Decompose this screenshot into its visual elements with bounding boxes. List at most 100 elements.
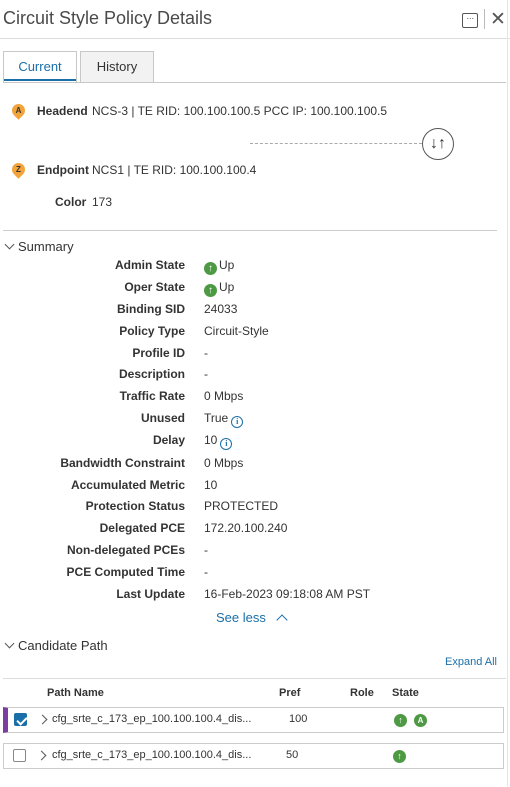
summary-value: - [204,565,208,579]
summary-value: ↑ Up [204,280,234,297]
table-top-border [3,678,506,679]
path-name-cell: cfg_srte_c_173_ep_100.100.100.4_dis... [52,713,252,725]
headend-pin-icon: A [9,101,28,120]
state-up-icon: ↑ [394,714,407,727]
swap-direction-icon[interactable]: ↓↑ [422,128,454,160]
summary-label: Traffic Rate [119,389,185,403]
candidate-path-title: Candidate Path [18,638,108,653]
summary-row-protection-status: Protection Status PROTECTED [0,499,500,517]
summary-value: PROTECTED [204,499,279,513]
summary-label: Policy Type [119,324,185,338]
summary-value: - [204,543,208,557]
endpoint-label: Endpoint [37,163,89,177]
summary-row-oper-state: Oper State ↑ Up [0,280,500,298]
tab-history[interactable]: History [80,51,154,83]
summary-value: 172.20.100.240 [204,521,288,535]
chevron-right-icon[interactable] [37,714,48,725]
chevron-down-icon [4,239,15,250]
summary-value: 0 Mbps [204,456,244,470]
summary-value: ↑ Up [204,258,234,275]
summary-value: 10 i [204,433,233,450]
color-label: Color [55,195,87,209]
table-row[interactable]: cfg_srte_c_173_ep_100.100.100.4_dis... 5… [3,743,504,769]
section-divider [3,230,497,231]
summary-label: Oper State [124,280,185,294]
more-options-icon[interactable]: ··· [462,13,478,28]
summary-label: Admin State [114,258,185,272]
summary-value: 0 Mbps [204,389,244,403]
column-header-role[interactable]: Role [350,687,374,699]
summary-section-toggle[interactable]: Summary [4,239,74,254]
column-header-pref[interactable]: Pref [279,687,300,699]
summary-label: Last Update [116,587,185,601]
info-icon[interactable]: i [231,416,244,428]
endpoint-pin-icon: Z [9,160,28,179]
candidate-table-header: Path Name Pref Role State [0,687,505,703]
summary-row-policy-type: Policy Type Circuit-Style [0,324,500,342]
summary-row-profile-id: Profile ID - [0,346,500,364]
headend-value: NCS-3 | TE RID: 100.100.100.5 PCC IP: 10… [92,104,388,118]
summary-label: Non-delegated PCEs [66,543,185,557]
summary-title: Summary [18,239,74,254]
summary-row-accumulated-metric: Accumulated Metric 10 [0,478,500,496]
state-up-icon: ↑ [393,750,406,763]
panel-right-edge [507,0,508,787]
delay-text: 10 [204,433,218,447]
table-row[interactable]: cfg_srte_c_173_ep_100.100.100.4_dis... 1… [3,707,504,733]
expand-all-link[interactable]: Expand All [445,656,497,668]
summary-label: Protection Status [85,499,185,513]
summary-label: Delegated PCE [99,521,185,535]
admin-state-text: Up [219,258,235,272]
summary-row-binding-sid: Binding SID 24033 [0,302,500,320]
summary-row-pce-computed-time: PCE Computed Time - [0,565,500,583]
header-divider [484,9,485,29]
panel-title: Circuit Style Policy Details [3,8,213,28]
summary-value: - [204,367,208,381]
summary-row-non-delegated-pces: Non-delegated PCEs - [0,543,500,561]
summary-label: Unused [140,411,185,425]
info-icon[interactable]: i [220,438,233,450]
headend-label: Headend [37,104,88,118]
summary-row-delegated-pce: Delegated PCE 172.20.100.240 [0,521,500,539]
path-name-cell: cfg_srte_c_173_ep_100.100.100.4_dis... [52,749,252,761]
summary-label: Bandwidth Constraint [60,456,185,470]
summary-row-last-update: Last Update 16-Feb-2023 09:18:08 AM PST [0,587,500,605]
headend-pin-letter: A [15,106,22,115]
summary-row-description: Description - [0,367,500,385]
endpoint-value: NCS1 | TE RID: 100.100.100.4 [92,163,257,177]
summary-row-traffic-rate: Traffic Rate 0 Mbps [0,389,500,407]
row-checkbox[interactable] [13,749,26,762]
chevron-down-icon [4,638,15,649]
candidate-path-section-toggle[interactable]: Candidate Path [4,638,108,653]
summary-value: 24033 [204,302,238,316]
path-connector-line [250,143,422,144]
tab-baseline [3,82,506,83]
summary-label: Binding SID [117,302,185,316]
endpoint-pin-letter: Z [16,165,21,174]
state-active-icon: A [414,714,427,727]
up-arrow-icon: ↑ [204,284,217,297]
summary-label: Accumulated Metric [70,478,185,492]
summary-value: 10 [204,478,218,492]
pref-cell: 50 [286,749,299,761]
tab-current[interactable]: Current [3,51,77,83]
summary-row-bandwidth-constraint: Bandwidth Constraint 0 Mbps [0,456,500,474]
summary-label: Profile ID [132,346,185,360]
summary-value: 16-Feb-2023 09:18:08 AM PST [204,587,371,601]
column-header-state[interactable]: State [392,687,419,699]
pref-cell: 100 [289,713,308,725]
summary-label: Description [118,367,185,381]
summary-label: PCE Computed Time [66,565,185,579]
header-divider-line [0,38,510,39]
summary-row-unused: Unused True i [0,411,500,429]
row-checkbox[interactable] [14,713,27,726]
unused-text: True [204,411,229,425]
summary-value: - [204,346,208,360]
summary-value: True i [204,411,244,428]
chevron-right-icon[interactable] [36,750,47,761]
close-icon[interactable]: ✕ [490,10,506,29]
chevron-up-icon [276,614,288,626]
see-less-label: See less [216,610,266,625]
column-header-path-name[interactable]: Path Name [47,687,104,699]
see-less-link[interactable]: See less [216,610,288,626]
